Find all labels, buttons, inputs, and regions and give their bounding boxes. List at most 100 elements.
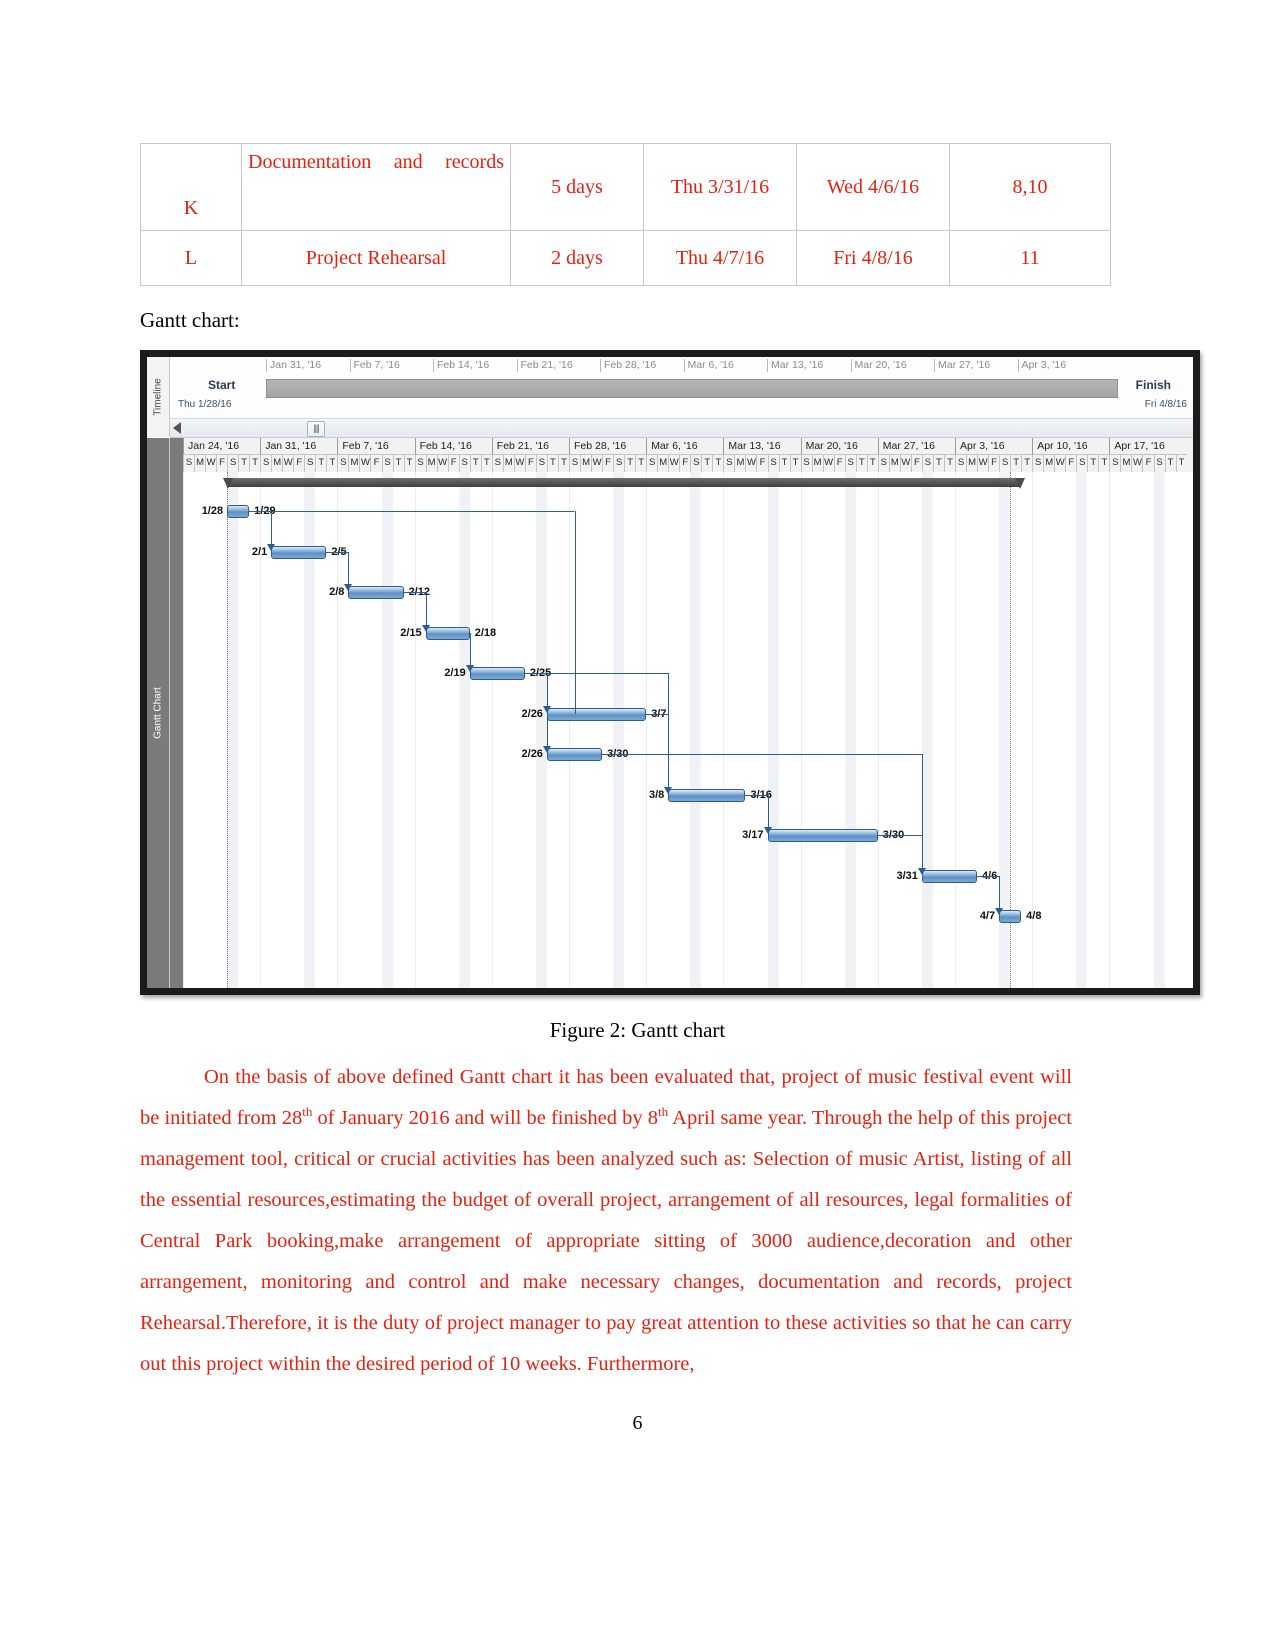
- day-header-cell: S: [613, 455, 625, 472]
- day-header-cell: T: [557, 455, 569, 472]
- dependency-arrow-icon: [664, 786, 673, 794]
- day-header-cell: F: [1142, 455, 1154, 472]
- day-header-cell: S: [646, 455, 658, 472]
- weekend-band: [613, 472, 625, 988]
- project-summary-bar[interactable]: [223, 478, 1026, 489]
- gantt-task-bar[interactable]: [227, 505, 250, 518]
- week-header-cell: Jan 24, '16: [183, 438, 261, 455]
- week-header-cell: Feb 7, '16: [337, 438, 415, 455]
- day-header-cell: T: [1087, 455, 1099, 472]
- dependency-link-long: [921, 754, 923, 875]
- gantt-task-bar[interactable]: [546, 707, 647, 721]
- day-header-cell: F: [602, 455, 614, 472]
- timeline-start-label: Start: [208, 378, 236, 392]
- day-header-cell: F: [833, 455, 845, 472]
- column-separator: [955, 472, 956, 988]
- gantt-canvas: 1/28 1/29 2/1 2/5 2/8 2/12 2/15 2/18 2/19 2/25 2/2…: [170, 472, 1193, 988]
- paragraph-part-2: of January 2016 and will be finished by …: [312, 1107, 659, 1129]
- figure-caption: Figure 2: Gantt chart: [549, 1018, 726, 1042]
- week-header-cell: Apr 3, '16: [955, 438, 1033, 455]
- gantt-bar-start-label: 1/28: [201, 505, 224, 517]
- gantt-task-bar[interactable]: [348, 586, 404, 599]
- gantt-task-bar[interactable]: [271, 545, 327, 559]
- week-header-cell: Mar 6, '16: [646, 438, 724, 455]
- day-header-cell: S: [999, 455, 1011, 472]
- day-header-cell: T: [635, 455, 647, 472]
- dependency-arrow-icon: [995, 908, 1004, 915]
- week-header-row: Jan 24, '16 Jan 31, '16 Feb 7, '16 Feb 14, …: [183, 438, 1193, 455]
- day-header-cell: T: [943, 455, 955, 472]
- gantt-task-bar[interactable]: [921, 869, 978, 883]
- day-header-cell: F: [216, 455, 228, 472]
- weekend-band: [1076, 472, 1088, 988]
- gantt-bar-finish-label: 4/8: [1026, 910, 1042, 922]
- timeline-tick: Feb 7, '16: [349, 359, 400, 372]
- ms-project-window: Timeline Gantt Chart Jan 31, '16 Feb 7, '…: [147, 357, 1193, 988]
- day-header-cell: W: [745, 455, 757, 472]
- day-header-cell: F: [1065, 455, 1077, 472]
- day-header-cell: S: [1153, 455, 1165, 472]
- day-header-cell: T: [315, 455, 327, 472]
- day-header-cell: T: [546, 455, 558, 472]
- day-header-cell: W: [899, 455, 911, 472]
- gantt-task-bar[interactable]: [668, 788, 746, 802]
- day-header-cell: S: [955, 455, 967, 472]
- gantt-bar-start-label: 2/26: [521, 707, 543, 720]
- day-header-cell: S: [1109, 455, 1121, 472]
- gantt-bar-start-label: 4/7: [979, 910, 996, 922]
- gantt-task-bar[interactable]: [546, 748, 603, 761]
- timeline-rail: Timeline: [147, 357, 170, 437]
- day-header-cell: S: [1032, 455, 1044, 472]
- cell-task-name: Documentation and records: [241, 143, 511, 231]
- day-header-cell: W: [282, 455, 294, 472]
- day-header-cell: T: [712, 455, 724, 472]
- timescale-header: Jan 24, '16 Jan 31, '16 Feb 7, '16 Feb 14, …: [170, 438, 1193, 473]
- weekend-band: [381, 472, 393, 988]
- gantt-task-bar[interactable]: [767, 829, 878, 842]
- day-header-cell: M: [1043, 455, 1055, 472]
- week-header-cell: Mar 13, '16: [723, 438, 801, 455]
- gantt-task-bar[interactable]: [469, 667, 525, 680]
- day-header-cell: M: [811, 455, 823, 472]
- grip-icon[interactable]: ||||: [307, 421, 325, 437]
- dependency-link: [745, 794, 768, 796]
- cell-start: Thu 3/31/16: [643, 143, 797, 231]
- day-header-cell: T: [403, 455, 415, 472]
- day-header-cell: S: [183, 455, 195, 472]
- column-separator: [183, 472, 184, 988]
- gantt-bar-finish-label: 2/18: [474, 626, 497, 639]
- gantt-plot-area: 1/28 1/29 2/1 2/5 2/8 2/12 2/15 2/18 2/19 2/25 2/2…: [183, 472, 1193, 988]
- day-header-cell: M: [194, 455, 206, 472]
- column-separator: [414, 472, 416, 988]
- gantt-bar-start-label: 2/19: [444, 667, 466, 679]
- day-header-cell: S: [458, 455, 470, 472]
- dependency-link: [646, 713, 669, 715]
- gantt-task-bar[interactable]: [425, 626, 470, 640]
- dependency-link: [546, 673, 548, 753]
- day-header-cell: S: [414, 455, 426, 472]
- day-header-cell: T: [326, 455, 338, 472]
- day-header-cell: T: [1098, 455, 1110, 472]
- day-header-cell: M: [580, 455, 592, 472]
- horizontal-scrollbar[interactable]: ||||: [170, 418, 1193, 438]
- timeline-tick: Apr 3, '16: [1017, 359, 1066, 372]
- dependency-arrow-icon: [344, 584, 353, 591]
- paragraph-part-3: April same year. Through the help of thi…: [140, 1107, 1073, 1375]
- cell-duration: 2 days: [510, 230, 644, 286]
- week-header-cell: Jan 31, '16: [260, 438, 338, 455]
- day-header-cell: S: [337, 455, 349, 472]
- timeline-summary-bar[interactable]: [266, 379, 1118, 398]
- dependency-arrow-icon: [465, 665, 474, 672]
- triangle-left-icon[interactable]: [173, 422, 181, 434]
- dependency-link: [326, 551, 349, 553]
- table-row: K Documentation and records 5 days Thu 3…: [140, 143, 1111, 231]
- paragraph-sup-2: th: [658, 1104, 669, 1120]
- column-separator: [569, 472, 570, 988]
- day-header-cell: S: [767, 455, 779, 472]
- day-header-cell: S: [569, 455, 581, 472]
- week-header-cell: Feb 14, '16: [414, 438, 492, 455]
- day-header-cell: T: [392, 455, 404, 472]
- timeline-finish-date: Fri 4/8/16: [1144, 399, 1187, 410]
- day-header-cell: F: [910, 455, 922, 472]
- cell-task-name: Project Rehearsal: [241, 230, 511, 286]
